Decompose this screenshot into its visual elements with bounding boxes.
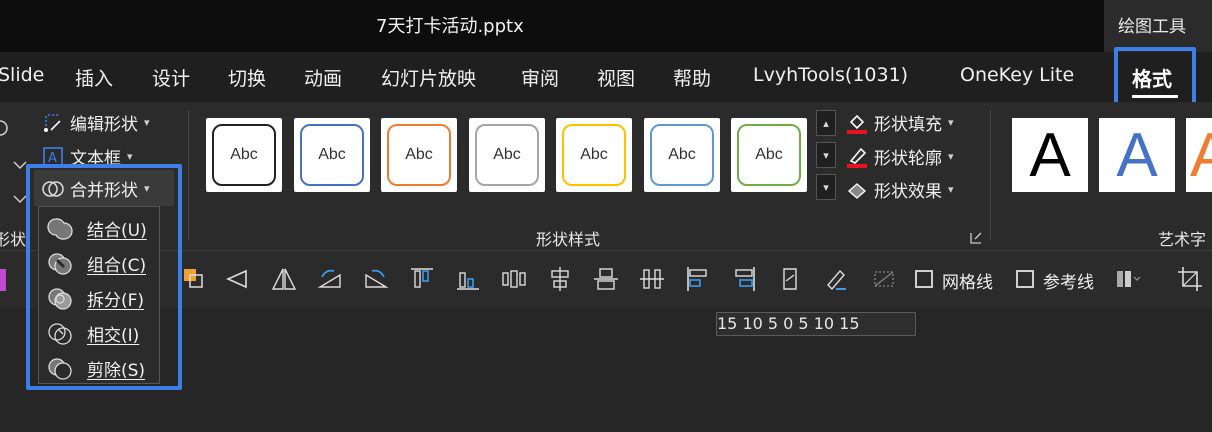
edit-shape-icon [44,113,61,132]
group-label-shapes: 形状 [0,230,27,249]
shape-outline-button[interactable]: 形状轮廓 ▾ [846,144,954,169]
align-bottom-icon[interactable] [454,265,482,293]
flip-horizontal-icon[interactable] [270,265,298,293]
guides-checkbox[interactable] [1016,270,1034,288]
guides-label: 参考线 [1043,273,1094,293]
tab-animations[interactable]: 动画 [304,64,342,91]
shape-style-6[interactable]: Abc [644,118,720,192]
horizontal-ruler: 15 10 5 0 5 10 15 [716,312,916,336]
group-label-shape-styles: 形状样式 [536,230,601,249]
tab-design[interactable]: 设计 [152,64,190,91]
edit-shape-label: 编辑形状 [70,115,138,135]
rotate-shape-icon[interactable] [776,265,804,293]
distribute-columns-icon[interactable] [1114,265,1142,293]
drawing-tools-label: 绘图工具 [1118,17,1186,37]
chevron-down-icon: ▾ [948,183,954,196]
title-bar: 7天打卡活动.pptx 绘图工具 [0,0,1212,52]
wordart-style-orange[interactable]: A [1186,118,1212,192]
arrange-forward-icon[interactable] [180,265,208,293]
flip-left-icon[interactable] [224,265,252,293]
color-swatch-partial[interactable] [0,269,6,291]
shape-style-1[interactable]: Abc [206,118,282,192]
shape-style-sample: Abc [300,124,364,186]
shape-style-sample: Abc [562,124,626,186]
shape-style-5[interactable]: Abc [556,118,632,192]
tab-view[interactable]: 视图 [597,64,635,91]
rotate-right-icon[interactable] [316,265,344,293]
group-label-wordart: 艺术字 [1158,230,1207,249]
tab-slideshow[interactable]: 幻灯片放映 [381,64,476,91]
align-middle-icon[interactable] [592,265,620,293]
paint-bucket-icon [847,114,867,134]
shape-style-2[interactable]: Abc [294,118,370,192]
shape-effects-button[interactable]: 形状效果 ▾ [846,177,954,202]
chevron-down-icon: ▾ [948,116,954,129]
tab-slide[interactable]: Slide [0,64,44,86]
shape-style-sample: Abc [475,124,539,186]
ribbon-tabs: Slide 插入 设计 切换 动画 幻灯片放映 审阅 视图 帮助 LvyhToo… [0,52,1212,102]
chevron-down-icon: ▾ [127,150,133,163]
shape-style-sample: Abc [650,124,714,186]
ribbon-divider [990,110,991,240]
wordart-style-blue[interactable]: A [1099,118,1175,192]
chevron-down-icon: ▾ [144,116,150,129]
align-top-icon[interactable] [408,265,436,293]
shape-style-sample: Abc [212,124,276,186]
gridlines-checkbox[interactable] [915,270,933,288]
dialog-launcher-icon[interactable] [970,232,982,244]
tab-format-label: 格式 [1132,67,1172,91]
format-painter-icon[interactable] [822,265,850,293]
rotate-left-icon[interactable] [362,265,390,293]
selection-box-icon[interactable] [870,265,898,293]
active-tab-underline [1132,95,1178,98]
styles-more-button[interactable]: ▾ [816,174,836,200]
tab-transitions[interactable]: 切换 [228,64,266,91]
distribute-vertical-icon[interactable] [638,265,666,293]
wordart-style-black[interactable]: A [1012,118,1088,192]
crop-icon[interactable] [1176,265,1204,293]
tab-help[interactable]: 帮助 [673,64,711,91]
document-title: 7天打卡活动.pptx [376,16,524,37]
pen-icon [847,147,867,168]
shape-fill-label: 形状填充 [874,115,942,135]
shape-effects-label: 形状效果 [874,182,942,202]
shape-style-4[interactable]: Abc [469,118,545,192]
tab-insert[interactable]: 插入 [75,64,113,91]
tab-onekey-lite[interactable]: OneKey Lite [960,64,1074,86]
shape-fill-button[interactable]: 形状填充 ▾ [846,110,954,135]
distribute-horizontal-icon[interactable] [500,265,528,293]
drawing-tools-context-tab[interactable]: 绘图工具 [1104,0,1212,52]
shape-style-3[interactable]: Abc [381,118,457,192]
align-left-icon[interactable] [684,265,712,293]
shape-style-sample: Abc [737,124,801,186]
styles-scroll-down-button[interactable]: ▾ [816,142,836,168]
shape-style-7[interactable]: Abc [731,118,807,192]
ribbon-divider [188,110,189,240]
chevron-down-icon: ▾ [948,150,954,163]
shape-style-sample: Abc [387,124,451,186]
edit-shape-button[interactable]: 编辑形状 ▾ [42,110,150,135]
shape-outline-label: 形状轮廓 [874,149,942,169]
align-center-vertical-icon[interactable] [546,265,574,293]
tab-lvyhtools[interactable]: LvyhTools(1031) [753,64,908,86]
align-right-icon[interactable] [730,265,758,293]
shape-effects-icon [847,182,867,199]
tab-review[interactable]: 审阅 [521,64,559,91]
merge-shapes-highlight [26,164,182,390]
gridlines-label: 网格线 [942,273,993,293]
styles-scroll-up-button[interactable]: ▴ [816,110,836,136]
